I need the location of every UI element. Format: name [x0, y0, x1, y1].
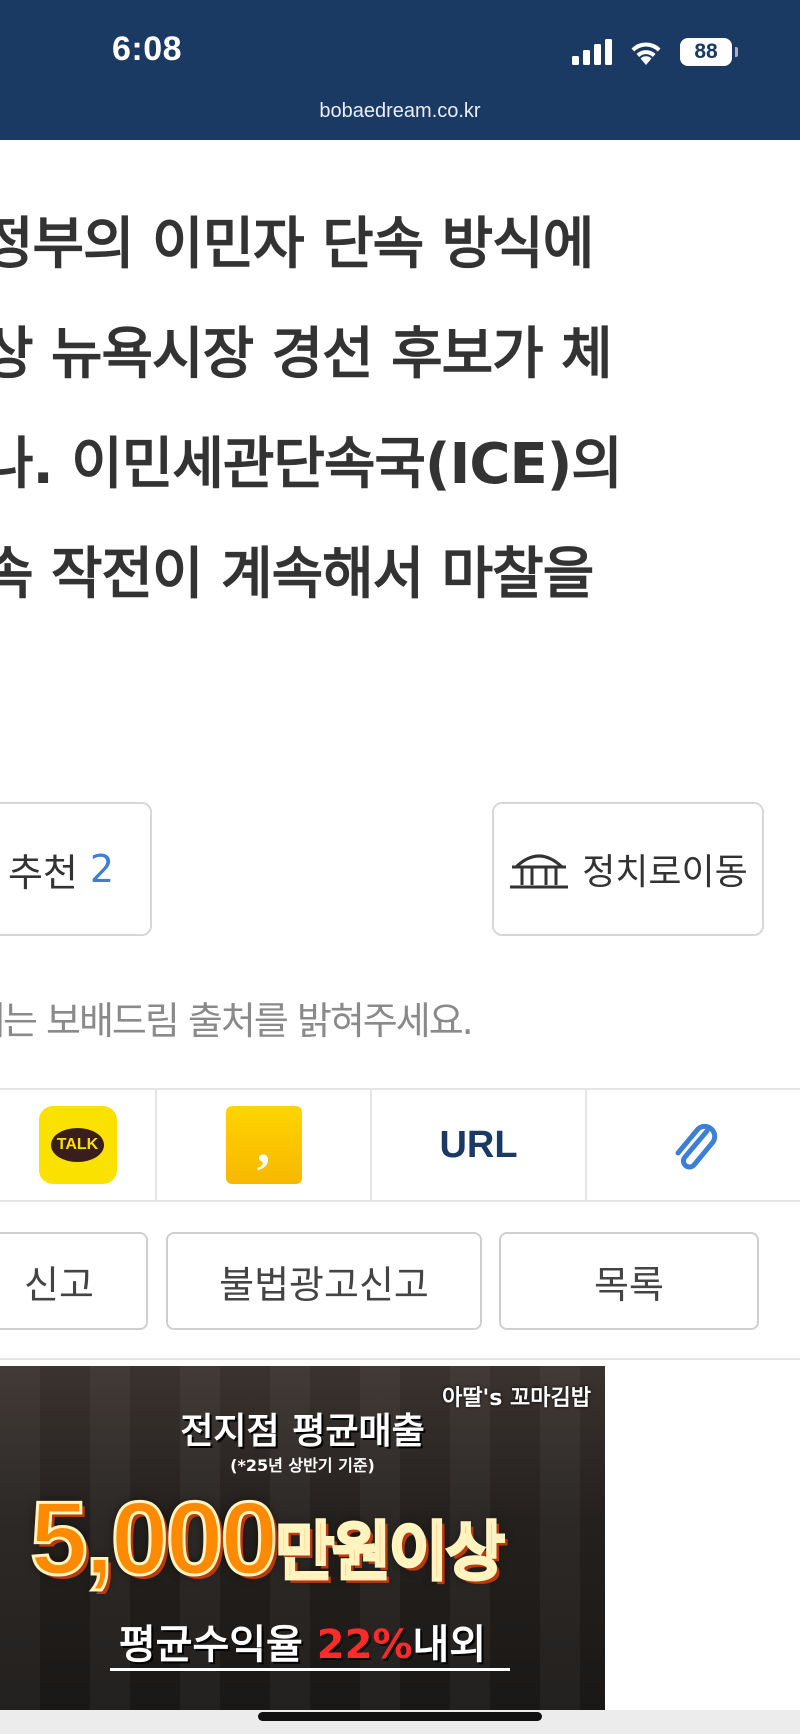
- ad-subheadline: (*25년 상반기 기준): [230, 1456, 375, 1475]
- share-kakaostory-button[interactable]: ,: [157, 1090, 372, 1200]
- status-icons: 88: [572, 38, 738, 66]
- article-body: 정부의 이민자 단속 방식에 상 뉴욕시장 경선 후보가 체 나. 이민세관단속…: [0, 206, 742, 626]
- ad-big-number: 5,000: [28, 1480, 279, 1599]
- divider: [0, 1358, 800, 1360]
- go-to-politics-button[interactable]: 정치로이동: [492, 802, 764, 936]
- illegal-ad-report-button[interactable]: 불법광고신고: [166, 1232, 482, 1330]
- share-bar: TALK , URL: [0, 1088, 800, 1202]
- cellular-signal-icon: [572, 39, 612, 65]
- copy-url-button[interactable]: URL: [372, 1090, 587, 1200]
- battery-icon: 88: [680, 38, 738, 66]
- ad-underline: [110, 1668, 510, 1671]
- article-line: 나. 이민세관단속국(ICE)의: [0, 432, 623, 497]
- recommend-count: 2: [89, 847, 115, 891]
- kakaotalk-icon: TALK: [38, 1106, 117, 1184]
- address-bar[interactable]: bobaedream.co.kr: [0, 100, 800, 123]
- article-line: 속 작전이 계속해서 마찰을: [0, 542, 594, 607]
- ad-bottom-text: 평균수익율 22%내외: [0, 1612, 605, 1670]
- recommend-label: 추천: [7, 850, 78, 895]
- source-notice: 때는 보배드림 출처를 밝혀주세요.: [0, 999, 474, 1043]
- ad-banner[interactable]: 아딸's 꼬마김밥 전지점 평균매출 (*25년 상반기 기준) 5,000만원…: [0, 1366, 605, 1710]
- article-line: 상 뉴욕시장 경선 후보가 체: [0, 322, 613, 387]
- browser-header: 6:08 88 bobaedream.co.kr: [0, 0, 800, 140]
- paperclip-icon: [675, 1123, 717, 1170]
- ad-headline: 전지점 평균매출: [180, 1411, 425, 1452]
- kakaotalk-label: TALK: [50, 1128, 105, 1162]
- attach-link-button[interactable]: [587, 1090, 800, 1200]
- list-button[interactable]: 목록: [499, 1232, 759, 1330]
- home-indicator[interactable]: [258, 1712, 542, 1721]
- ad-big-unit: 만원이상: [274, 1515, 507, 1592]
- url-label: URL: [439, 1123, 518, 1166]
- capitol-building-icon: [510, 854, 569, 889]
- ad-big-text: 5,000만원이상: [28, 1480, 507, 1599]
- politics-label: 정치로이동: [582, 852, 748, 893]
- ad-bottom-percent: 22%: [316, 1622, 413, 1668]
- report-button[interactable]: 신고: [0, 1232, 148, 1330]
- ad-bottom-suffix: 내외: [412, 1622, 487, 1668]
- share-kakaotalk-button[interactable]: TALK: [0, 1090, 157, 1200]
- status-time: 6:08: [112, 30, 183, 68]
- article-line: 정부의 이민자 단속 방식에: [0, 212, 594, 277]
- recommend-button[interactable]: 추천 2: [0, 802, 152, 936]
- ad-bottom-prefix: 평균수익율: [118, 1622, 317, 1668]
- kakaostory-icon: ,: [225, 1106, 302, 1184]
- wifi-icon: [631, 42, 661, 65]
